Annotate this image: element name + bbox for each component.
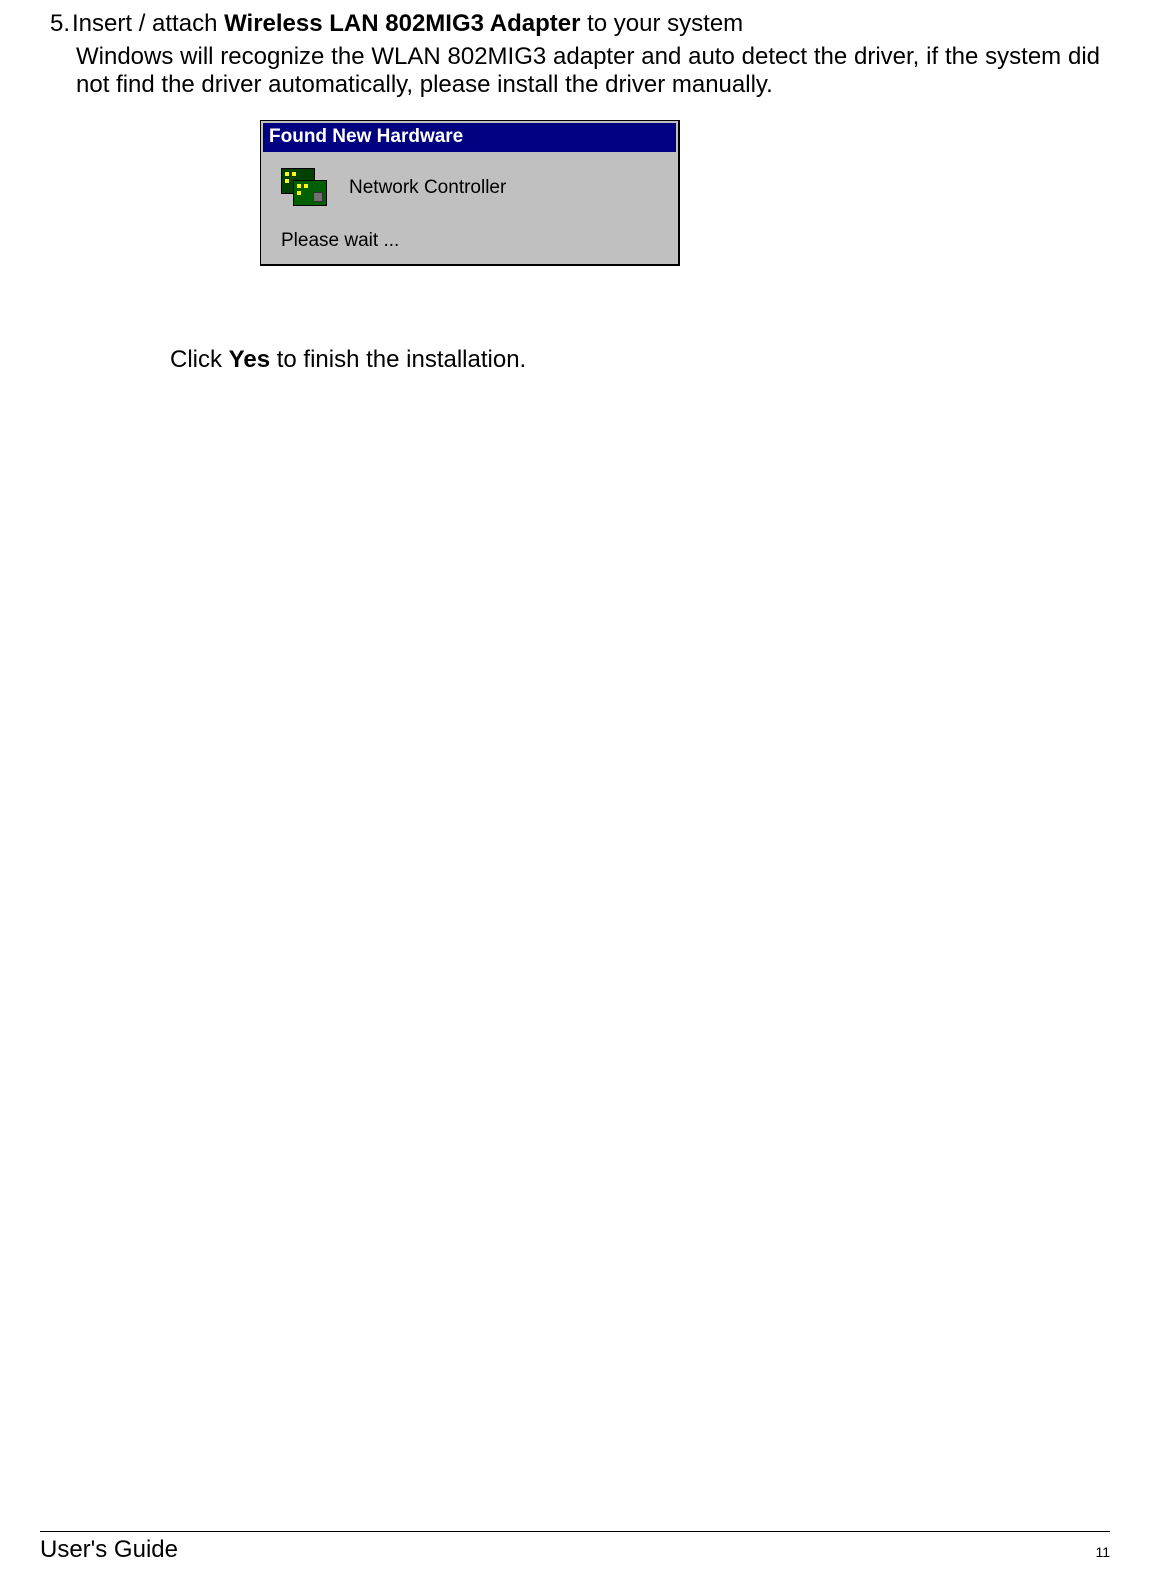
body-paragraph: Windows will recognize the WLAN 802MIG3 … xyxy=(76,43,1100,98)
page-number: 11 xyxy=(1095,1544,1110,1560)
footer-title: User's Guide xyxy=(40,1536,178,1564)
found-new-hardware-dialog: Found New Hardware Network Controller Pl… xyxy=(260,120,680,266)
device-label: Network Controller xyxy=(349,177,506,199)
step-prefix: Insert / attach xyxy=(72,10,224,37)
footer-rule xyxy=(40,1531,1110,1532)
dialog-body: Network Controller Please wait ... xyxy=(263,152,676,262)
yes-suffix: to finish the installation. xyxy=(270,346,526,373)
yes-prefix: Click xyxy=(170,346,229,373)
yes-bold: Yes xyxy=(229,346,270,373)
footer-row: User's Guide 11 xyxy=(40,1536,1110,1564)
page-footer: User's Guide 11 xyxy=(40,1531,1110,1564)
step-product: Wireless LAN 802MIG3 Adapter xyxy=(224,10,580,37)
hardware-card-icon xyxy=(281,168,327,208)
step-line: 5.Insert / attach Wireless LAN 802MIG3 A… xyxy=(50,10,1110,38)
please-wait-label: Please wait ... xyxy=(281,230,656,252)
step-suffix: to your system xyxy=(580,10,743,37)
dialog-row: Network Controller xyxy=(281,168,656,208)
click-yes-line: Click Yes to finish the installation. xyxy=(170,346,1110,374)
step-number: 5. xyxy=(50,10,70,37)
dialog-screenshot: Found New Hardware Network Controller Pl… xyxy=(260,120,1110,266)
dialog-titlebar: Found New Hardware xyxy=(263,123,676,152)
